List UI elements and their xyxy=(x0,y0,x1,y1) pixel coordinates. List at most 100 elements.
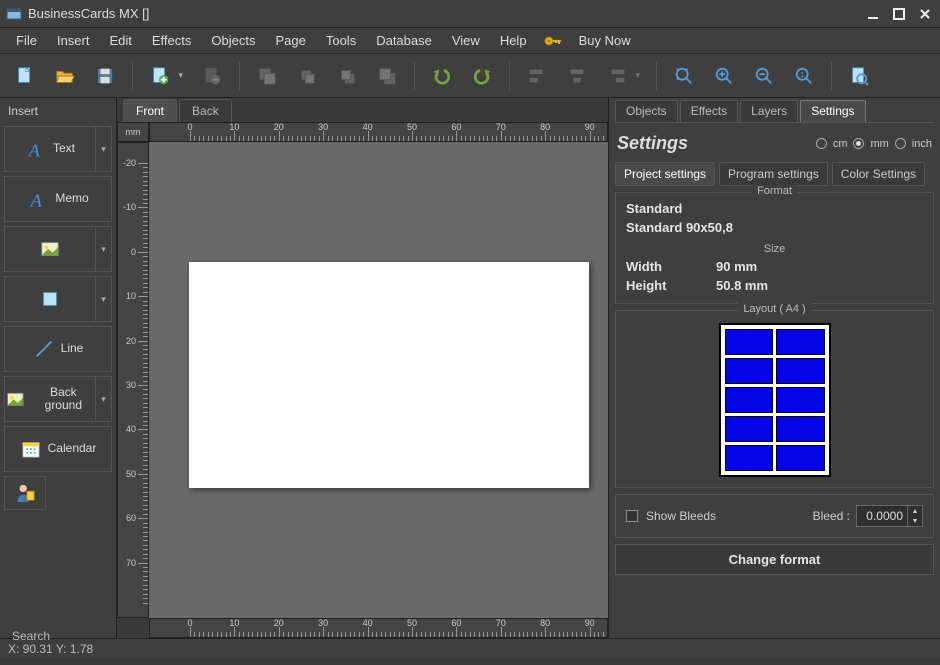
tab-front[interactable]: Front xyxy=(123,99,177,122)
ruler-unit-label: mm xyxy=(117,122,149,142)
ruler-horizontal-bottom: 0102030405060708090 xyxy=(149,618,608,638)
settings-heading: Settings xyxy=(617,133,688,154)
delete-page-button[interactable] xyxy=(197,61,227,91)
window-title: BusinessCards MX [] xyxy=(28,6,864,21)
open-button[interactable] xyxy=(50,61,80,91)
redo-button[interactable] xyxy=(467,61,497,91)
sidebar-title: Insert xyxy=(4,102,112,122)
bleed-label: Bleed : xyxy=(813,509,850,523)
radio-cm-label: cm xyxy=(833,138,848,150)
right-panel: Objects Effects Layers Settings Settings… xyxy=(609,98,940,638)
format-legend: Format xyxy=(751,185,798,197)
menu-page[interactable]: Page xyxy=(267,30,313,51)
menu-tools[interactable]: Tools xyxy=(318,30,364,51)
insert-line-label: Line xyxy=(61,342,84,355)
toolbar: 1 xyxy=(0,54,940,98)
minimize-button[interactable] xyxy=(864,5,882,23)
spinner-up-icon[interactable]: ▲ xyxy=(908,506,922,516)
send-back-button[interactable] xyxy=(372,61,402,91)
menu-insert[interactable]: Insert xyxy=(49,30,98,51)
insert-shape-button[interactable]: ▾ xyxy=(4,276,112,322)
bleed-input[interactable] xyxy=(857,509,907,523)
dropdown-arrow-icon[interactable]: ▾ xyxy=(95,377,111,421)
insert-sidebar: Insert A Text ▾ A Memo ▾ ▾ xyxy=(0,98,117,638)
bring-front-button[interactable] xyxy=(252,61,282,91)
radio-cm[interactable] xyxy=(816,138,827,149)
insert-text-button[interactable]: A Text ▾ xyxy=(4,126,112,172)
format-name: Standard 90x50,8 xyxy=(626,218,923,237)
width-label: Width xyxy=(626,259,716,274)
bleeds-group: Show Bleeds Bleed : ▲▼ xyxy=(615,494,934,538)
ruler-vertical: -20-10010203040506070 xyxy=(117,142,149,618)
insert-text-label: Text xyxy=(53,142,75,155)
subtab-program-settings[interactable]: Program settings xyxy=(719,162,828,186)
workspace[interactable] xyxy=(149,142,608,618)
bleed-spinner[interactable]: ▲▼ xyxy=(856,505,923,527)
new-button[interactable] xyxy=(10,61,40,91)
dropdown-arrow-icon[interactable]: ▾ xyxy=(95,227,111,271)
calendar-icon xyxy=(20,438,42,460)
search-label: Search xyxy=(12,629,50,643)
menu-view[interactable]: View xyxy=(444,30,488,51)
show-bleeds-checkbox[interactable] xyxy=(626,510,638,522)
insert-calendar-button[interactable]: Calendar xyxy=(4,426,112,472)
print-preview-button[interactable] xyxy=(844,61,874,91)
menu-database[interactable]: Database xyxy=(368,30,440,51)
size-legend: Size xyxy=(626,243,923,255)
zoom-in-button[interactable] xyxy=(709,61,739,91)
send-backward-button[interactable] xyxy=(332,61,362,91)
menu-edit[interactable]: Edit xyxy=(101,30,139,51)
dropdown-arrow-icon[interactable]: ▾ xyxy=(95,127,111,171)
title-bar: BusinessCards MX [] xyxy=(0,0,940,28)
tab-objects[interactable]: Objects xyxy=(615,100,678,122)
add-page-button[interactable] xyxy=(145,61,187,91)
menu-buy-now[interactable]: Buy Now xyxy=(571,30,639,51)
tab-effects[interactable]: Effects xyxy=(680,100,738,122)
align-more-button[interactable] xyxy=(602,61,644,91)
save-button[interactable] xyxy=(90,61,120,91)
insert-person-button[interactable] xyxy=(4,476,46,510)
maximize-button[interactable] xyxy=(890,5,908,23)
spinner-down-icon[interactable]: ▼ xyxy=(908,516,922,526)
insert-background-button[interactable]: Back ground ▾ xyxy=(4,376,112,422)
zoom-actual-button[interactable]: 1 xyxy=(789,61,819,91)
tab-back[interactable]: Back xyxy=(179,99,232,122)
height-label: Height xyxy=(626,278,716,293)
insert-image-button[interactable]: ▾ xyxy=(4,226,112,272)
menu-effects[interactable]: Effects xyxy=(144,30,200,51)
zoom-out-button[interactable] xyxy=(749,61,779,91)
menu-objects[interactable]: Objects xyxy=(203,30,263,51)
height-value: 50.8 mm xyxy=(716,278,923,293)
close-button[interactable] xyxy=(916,5,934,23)
unit-radio-group: cm mm inch xyxy=(816,138,932,150)
subtab-color-settings[interactable]: Color Settings xyxy=(832,162,925,186)
align-center-button[interactable] xyxy=(562,61,592,91)
dropdown-arrow-icon[interactable]: ▾ xyxy=(95,277,111,321)
bring-forward-button[interactable] xyxy=(292,61,322,91)
format-type: Standard xyxy=(626,199,923,218)
status-bar: X: 90.31 Y: 1.78 xyxy=(0,638,940,658)
card-canvas[interactable] xyxy=(189,262,589,488)
text-icon: A xyxy=(25,138,47,160)
image-icon xyxy=(39,238,61,260)
radio-inch[interactable] xyxy=(895,138,906,149)
insert-memo-button[interactable]: A Memo xyxy=(4,176,112,222)
change-format-button[interactable]: Change format xyxy=(615,544,934,575)
menu-file[interactable]: File xyxy=(8,30,45,51)
tab-settings[interactable]: Settings xyxy=(800,100,865,122)
svg-text:1: 1 xyxy=(800,69,804,78)
insert-line-button[interactable]: Line xyxy=(4,326,112,372)
radio-mm-label: mm xyxy=(870,138,888,150)
align-left-button[interactable] xyxy=(522,61,552,91)
undo-button[interactable] xyxy=(427,61,457,91)
insert-calendar-label: Calendar xyxy=(48,442,97,455)
subtab-project-settings[interactable]: Project settings xyxy=(615,162,715,186)
menu-help[interactable]: Help xyxy=(492,30,535,51)
svg-text:A: A xyxy=(28,140,41,160)
tab-layers[interactable]: Layers xyxy=(740,100,798,122)
layout-group: Layout ( A4 ) xyxy=(615,310,934,488)
radio-mm[interactable] xyxy=(853,138,864,149)
canvas-area: Front Back mm 0102030405060708090 -20-10… xyxy=(117,98,609,638)
zoom-fit-button[interactable] xyxy=(669,61,699,91)
width-value: 90 mm xyxy=(716,259,923,274)
